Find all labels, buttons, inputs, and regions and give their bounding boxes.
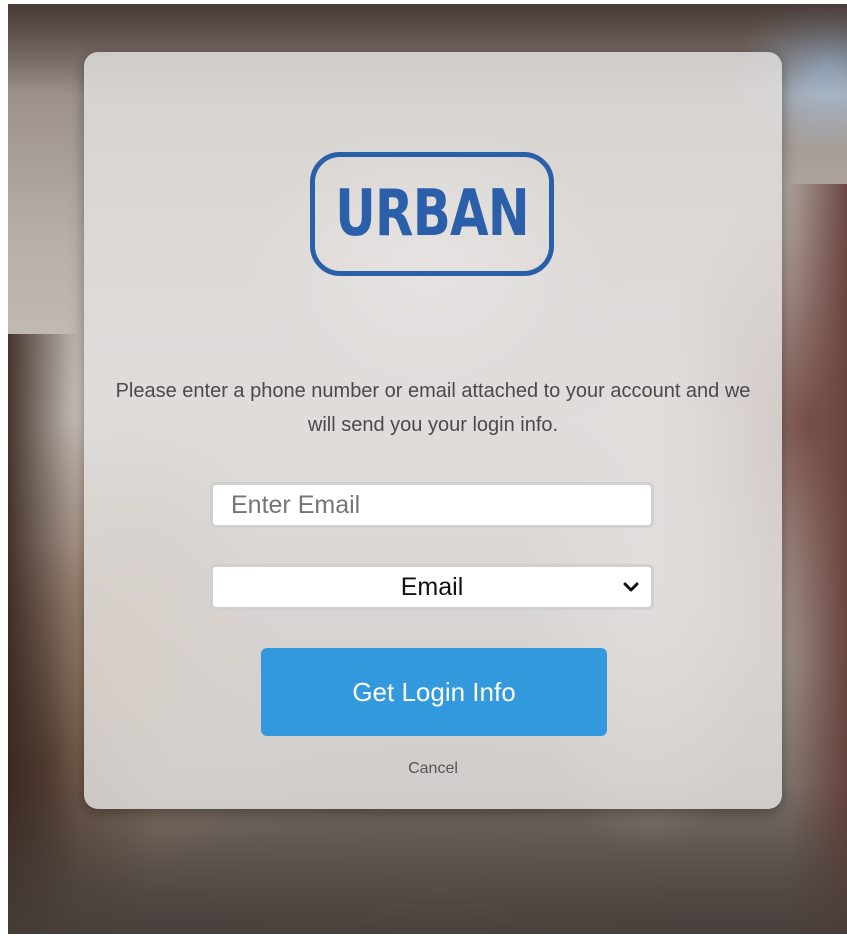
instructions-text: Please enter a phone number or email att… [115, 380, 751, 436]
chevron-down-icon [623, 582, 639, 592]
select-value: Email [400, 572, 464, 601]
login-info-card: URBAN Please enter a phone number or ema… [84, 52, 782, 809]
get-login-info-button[interactable]: Get Login Info [261, 648, 607, 736]
urban-logo: URBAN [310, 152, 554, 276]
logo-text: URBAN [335, 177, 529, 251]
login-recovery-page: URBAN Please enter a phone number or ema… [0, 0, 847, 936]
cancel-link[interactable]: Cancel [84, 760, 782, 778]
email-input[interactable] [210, 482, 654, 528]
contact-method-select[interactable]: Email [210, 564, 654, 610]
